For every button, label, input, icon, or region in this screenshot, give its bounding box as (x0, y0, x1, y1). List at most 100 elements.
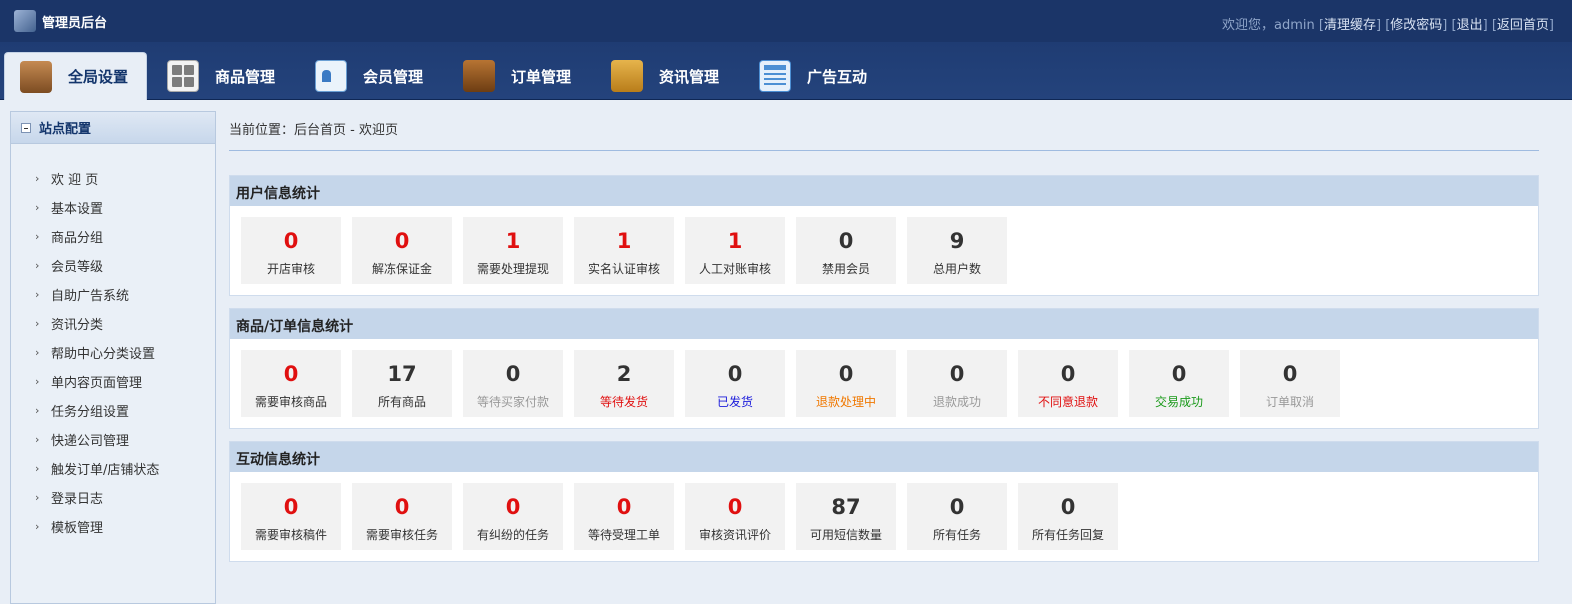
stat-value: 2 (616, 362, 632, 386)
sidebar-item-login-log[interactable]: › 登录日志 (11, 483, 215, 512)
stat-label: 已发货 (716, 395, 753, 409)
stat-value: 9 (949, 229, 965, 253)
stat-card[interactable]: 1 人工对账审核 (685, 217, 785, 284)
sidebar-item-label: 自助广告系统 (51, 289, 130, 304)
goods-order-stats-section: 商品/订单信息统计 0 需要审核商品 17 所有商品 0 等待买家付款 2 等待发货 0 已发货 0… (229, 308, 1539, 429)
sidebar-group-header[interactable]: 站点配置 (11, 112, 215, 144)
chevron-right-icon: › (35, 259, 40, 272)
chevron-right-icon: › (35, 520, 40, 533)
news-icon (611, 60, 643, 92)
sidebar-item-label: 模板管理 (51, 521, 104, 536)
stat-value: 1 (505, 229, 521, 253)
stat-cards: 0 需要审核商品 17 所有商品 0 等待买家付款 2 等待发货 0 已发货 0 退款处理中 0 退款成功… (230, 339, 1538, 428)
tab-label: 全局设置 (68, 68, 129, 86)
stat-value: 0 (1060, 362, 1076, 386)
clear-cache-link[interactable]: 清理缓存 (1324, 18, 1376, 33)
stat-value: 0 (949, 362, 965, 386)
stat-card[interactable]: 2 等待发货 (574, 350, 674, 417)
stat-label: 可用短信数量 (809, 528, 882, 542)
sidebar-item-help-categories[interactable]: › 帮助中心分类设置 (11, 338, 215, 367)
sidebar-item-single-pages[interactable]: › 单内容页面管理 (11, 367, 215, 396)
stat-value: 87 (831, 495, 861, 519)
stat-card[interactable]: 0 订单取消 (1240, 350, 1340, 417)
sidebar-item-member-levels[interactable]: › 会员等级 (11, 251, 215, 280)
stat-card[interactable]: 0 需要审核任务 (352, 483, 452, 550)
sidebar-item-label: 基本设置 (51, 202, 104, 217)
main-nav: 全局设置 商品管理 会员管理 订单管理 资讯管理 广告互动 (0, 42, 1572, 100)
sidebar-item-templates[interactable]: › 模板管理 (11, 512, 215, 541)
stat-card[interactable]: 87 可用短信数量 (796, 483, 896, 550)
stat-label: 等待发货 (599, 395, 648, 409)
stat-card[interactable]: 0 所有任务回复 (1018, 483, 1118, 550)
stat-card[interactable]: 17 所有商品 (352, 350, 452, 417)
stat-value: 0 (838, 362, 854, 386)
grid-icon (167, 60, 199, 92)
sidebar-item-news-categories[interactable]: › 资讯分类 (11, 309, 215, 338)
chevron-right-icon: › (35, 433, 40, 446)
stat-label: 需要处理提现 (476, 262, 549, 276)
stat-value: 0 (949, 495, 965, 519)
sidebar-item-welcome[interactable]: › 欢 迎 页 (11, 164, 215, 193)
stat-label: 所有任务 (932, 528, 981, 542)
user-stats-section: 用户信息统计 0 开店审核 0 解冻保证金 1 需要处理提现 1 实名认证审核 1 人工对账审核 0… (229, 175, 1539, 296)
stat-label: 有纠纷的任务 (476, 528, 549, 542)
stat-card[interactable]: 0 等待买家付款 (463, 350, 563, 417)
stat-card[interactable]: 0 退款处理中 (796, 350, 896, 417)
sidebar-item-label: 资讯分类 (51, 318, 104, 333)
stat-label: 需要审核任务 (365, 528, 438, 542)
stat-card[interactable]: 0 开店审核 (241, 217, 341, 284)
stat-card[interactable]: 0 禁用会员 (796, 217, 896, 284)
stat-card[interactable]: 0 等待受理工单 (574, 483, 674, 550)
tab-order-management[interactable]: 订单管理 (463, 52, 571, 100)
sidebar-item-basic-settings[interactable]: › 基本设置 (11, 193, 215, 222)
top-bar: 管理员后台 欢迎您，admin [清理缓存] [修改密码] [退出] [返回首页… (0, 0, 1572, 42)
sidebar-item-label: 触发订单/店铺状态 (51, 463, 160, 478)
stat-card[interactable]: 1 实名认证审核 (574, 217, 674, 284)
tab-news-management[interactable]: 资讯管理 (611, 52, 719, 100)
tab-global-settings[interactable]: 全局设置 (4, 52, 148, 100)
back-home-link[interactable]: 返回首页 (1497, 18, 1549, 33)
tab-member-management[interactable]: 会员管理 (315, 52, 423, 100)
sidebar-item-label: 快递公司管理 (51, 434, 130, 449)
sidebar-item-label: 商品分组 (51, 231, 104, 246)
stat-label: 等待买家付款 (476, 395, 549, 409)
stat-label: 退款处理中 (815, 395, 876, 409)
stat-card[interactable]: 1 需要处理提现 (463, 217, 563, 284)
stat-card[interactable]: 0 已发货 (685, 350, 785, 417)
sidebar-item-label: 会员等级 (51, 260, 104, 275)
stat-card[interactable]: 0 所有任务 (907, 483, 1007, 550)
stat-card[interactable]: 0 退款成功 (907, 350, 1007, 417)
stat-label: 实名认证审核 (587, 262, 660, 276)
stat-label: 交易成功 (1154, 395, 1203, 409)
tab-goods-management[interactable]: 商品管理 (167, 52, 275, 100)
sidebar-item-task-groups[interactable]: › 任务分组设置 (11, 396, 215, 425)
stat-card[interactable]: 0 审核资讯评价 (685, 483, 785, 550)
main-content: 当前位置：后台首页 - 欢迎页 用户信息统计 0 开店审核 0 解冻保证金 1 需要处理提… (229, 111, 1539, 562)
admin-logo-icon (14, 10, 36, 32)
sidebar-item-self-ads[interactable]: › 自助广告系统 (11, 280, 215, 309)
stat-label: 订单取消 (1265, 395, 1314, 409)
change-password-link[interactable]: 修改密码 (1390, 18, 1442, 33)
stat-card[interactable]: 0 有纠纷的任务 (463, 483, 563, 550)
interaction-stats-section: 互动信息统计 0 需要审核稿件 0 需要审核任务 0 有纠纷的任务 0 等待受理工单 0 审核资讯… (229, 441, 1539, 562)
sidebar-item-trigger-status[interactable]: › 触发订单/店铺状态 (11, 454, 215, 483)
collapse-icon[interactable] (21, 122, 31, 133)
stat-card[interactable]: 0 需要审核稿件 (241, 483, 341, 550)
stat-card[interactable]: 0 交易成功 (1129, 350, 1229, 417)
brand: 管理员后台 (14, 10, 107, 32)
chevron-right-icon: › (35, 288, 40, 301)
stat-card[interactable]: 9 总用户数 (907, 217, 1007, 284)
stat-label: 需要审核商品 (254, 395, 327, 409)
sidebar-item-goods-groups[interactable]: › 商品分组 (11, 222, 215, 251)
stat-card[interactable]: 0 解冻保证金 (352, 217, 452, 284)
sidebar-item-label: 单内容页面管理 (51, 376, 143, 391)
tab-ads-interaction[interactable]: 广告互动 (759, 52, 867, 100)
sidebar-item-express-companies[interactable]: › 快递公司管理 (11, 425, 215, 454)
stat-card[interactable]: 0 需要审核商品 (241, 350, 341, 417)
stat-card[interactable]: 0 不同意退款 (1018, 350, 1118, 417)
stat-value: 0 (1282, 362, 1298, 386)
logout-link[interactable]: 退出 (1457, 18, 1483, 33)
tab-label: 广告互动 (807, 67, 868, 86)
sidebar-item-label: 任务分组设置 (51, 405, 130, 420)
stat-value: 1 (616, 229, 632, 253)
